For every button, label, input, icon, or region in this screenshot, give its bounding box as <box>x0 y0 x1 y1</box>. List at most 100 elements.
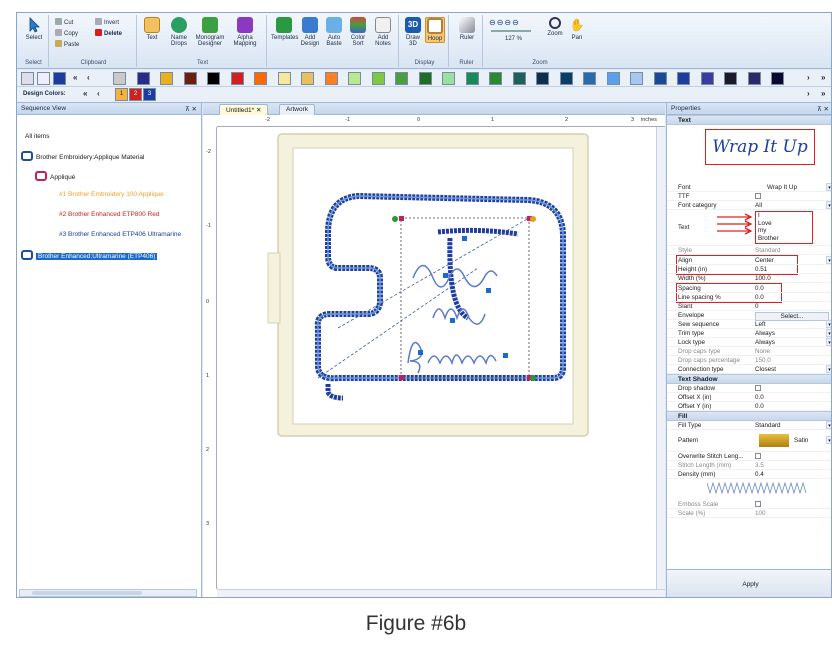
cut-button[interactable]: Cut <box>55 18 73 26</box>
text-button[interactable]: Text <box>141 17 163 41</box>
design-color-1[interactable]: 1 <box>115 88 128 101</box>
palette-swatch[interactable] <box>160 72 173 85</box>
color-sort-button[interactable]: Color Sort <box>347 17 369 47</box>
prop-scale[interactable]: Scale (%) 100 <box>667 509 831 518</box>
prop-ttf[interactable]: TTF <box>667 192 831 201</box>
palette-swatch[interactable] <box>559 72 573 85</box>
canvas-vscrollbar[interactable] <box>656 127 665 589</box>
embroidery-canvas[interactable] <box>218 128 665 589</box>
palette-swatch[interactable] <box>512 72 526 85</box>
palette-swatch[interactable] <box>113 72 126 85</box>
prop-sew-sequence[interactable]: Sew sequence Left ▾ <box>667 320 831 329</box>
copy-button[interactable]: Copy <box>55 29 78 37</box>
selection-handle[interactable] <box>399 216 404 221</box>
design-colors-next-icon[interactable]: › <box>807 89 810 98</box>
palette-swatch[interactable] <box>230 72 244 85</box>
prop-connection-type[interactable]: Connection type Closest ▾ <box>667 365 831 374</box>
palette-swatch[interactable] <box>700 72 714 85</box>
section-fill[interactable]: Fill <box>667 411 831 421</box>
tab-untitled1[interactable]: Untitled1* ✕ <box>219 104 269 115</box>
tree-item-applique-material[interactable]: Brother Embroidery:Applique Material <box>21 151 144 161</box>
design-color-2[interactable]: 2 <box>129 88 142 101</box>
scroll-thumb[interactable] <box>32 591 142 595</box>
alpha-mapping-button[interactable]: Alpha Mapping <box>229 17 261 47</box>
tab-artwork[interactable]: Artwork <box>279 104 316 115</box>
palette-swatch[interactable] <box>536 72 549 85</box>
palette-swatch[interactable] <box>254 72 267 85</box>
design-color-3[interactable]: 3 <box>143 88 156 101</box>
node-handle[interactable] <box>486 288 491 293</box>
design-colors-prev-icon[interactable]: ‹ <box>97 89 100 98</box>
draw-3d-button[interactable]: 3D Draw 3D <box>403 17 423 47</box>
dropdown-icon[interactable]: ▾ <box>826 436 831 444</box>
node-handle[interactable] <box>443 273 448 278</box>
palette-first-icon[interactable]: « <box>73 73 77 82</box>
prop-font[interactable]: Font Wrap It Up ▾ <box>667 183 831 192</box>
section-text[interactable]: Text <box>667 115 831 125</box>
dropdown-icon[interactable]: ▾ <box>826 201 831 209</box>
dropdown-icon[interactable]: ▾ <box>826 365 831 373</box>
prop-spacing[interactable]: Spacing 0.0 <box>667 284 831 293</box>
palette-swatch[interactable] <box>583 72 596 85</box>
prop-overwrite-stitch-length[interactable]: Overwrite Stitch Leng... <box>667 452 831 461</box>
palette-swatch[interactable] <box>724 72 737 85</box>
palette-swatch[interactable] <box>747 72 761 85</box>
satin-pattern-swatch[interactable] <box>759 434 789 447</box>
dropdown-icon[interactable]: ▾ <box>826 421 831 429</box>
palette-swatch[interactable] <box>630 72 643 85</box>
zoom-preset-icons[interactable]: ⊖⊖⊖⊖ <box>489 18 520 27</box>
palette-swatch[interactable] <box>771 72 784 85</box>
palette-swatch[interactable] <box>653 72 667 85</box>
prop-font-category[interactable]: Font category All ▾ <box>667 201 831 210</box>
palette-swatch[interactable] <box>677 72 690 85</box>
tree-item-applique[interactable]: Appliqué <box>35 171 75 181</box>
dropdown-icon[interactable]: ▾ <box>826 256 831 264</box>
delete-button[interactable]: Delete <box>95 29 122 37</box>
checkbox[interactable] <box>755 501 761 507</box>
ruler-button[interactable]: Ruler <box>455 17 479 41</box>
templates-button[interactable]: Templates <box>271 17 298 41</box>
node-handle[interactable] <box>503 353 508 358</box>
checkbox[interactable] <box>755 453 761 459</box>
design-colors-first-icon[interactable]: « <box>83 89 87 98</box>
dropdown-icon[interactable]: ▾ <box>826 183 831 191</box>
prop-drop-caps-type[interactable]: Drop caps type None <box>667 347 831 356</box>
palette-swatch[interactable] <box>301 72 314 85</box>
palette-swatch[interactable] <box>418 72 432 85</box>
palette-swatch[interactable] <box>606 72 620 85</box>
monogram-designer-button[interactable]: Monogram Designer <box>193 17 227 47</box>
selection-handle[interactable] <box>399 375 404 380</box>
prop-text[interactable]: Text I Love my Brother <box>667 210 831 246</box>
tree-item-text-object[interactable]: Brother Enhanced:Ultramarine (ETP406) <box>21 250 158 260</box>
tree-item-color-2[interactable]: #2 Brother Enhanced ETP800 Red <box>59 211 159 218</box>
text-multiline-input[interactable]: I Love my Brother <box>755 211 813 244</box>
end-point-marker[interactable] <box>530 375 536 381</box>
invert-button[interactable]: Invert <box>95 18 119 26</box>
palette-swatch[interactable] <box>371 72 385 85</box>
section-text-shadow[interactable]: Text Shadow <box>667 374 831 384</box>
canvas-hscrollbar[interactable] <box>217 589 665 597</box>
zoom-button[interactable]: Zoom <box>545 17 565 37</box>
hoop-button[interactable]: Hoop <box>425 17 445 43</box>
prop-line-spacing[interactable]: Line spacing % 0.0 <box>667 293 831 302</box>
prop-width[interactable]: Width (%) 100.0 <box>667 274 831 283</box>
prop-slant[interactable]: Slant 0 <box>667 302 831 311</box>
prop-height[interactable]: Height (in) 0.51 <box>667 265 831 274</box>
paste-button[interactable]: Paste <box>55 40 79 48</box>
prop-density[interactable]: Density (mm) 0.4 <box>667 470 831 479</box>
prop-trim-type[interactable]: Trim type Always ▾ <box>667 329 831 338</box>
palette-swatch[interactable] <box>489 72 502 85</box>
name-drops-button[interactable]: Name Drops <box>167 17 191 47</box>
palette-options-icon[interactable] <box>21 72 34 85</box>
rotate-handle[interactable] <box>530 216 536 222</box>
prop-offset-y[interactable]: Offset Y (in) 0.0 <box>667 402 831 411</box>
prop-offset-x[interactable]: Offset X (in) 0.0 <box>667 393 831 402</box>
add-design-button[interactable]: Add Design <box>299 17 321 47</box>
palette-next-icon[interactable]: › <box>807 73 810 82</box>
apply-button[interactable]: Apply <box>667 569 831 597</box>
tree-item-color-1[interactable]: #1 Brother Embroidery 100 Applique <box>59 191 164 198</box>
checkbox[interactable] <box>755 385 761 391</box>
prop-envelope[interactable]: Envelope Select... <box>667 311 831 321</box>
prop-align[interactable]: Align Center ▾ <box>667 256 831 265</box>
node-handle[interactable] <box>418 350 423 355</box>
